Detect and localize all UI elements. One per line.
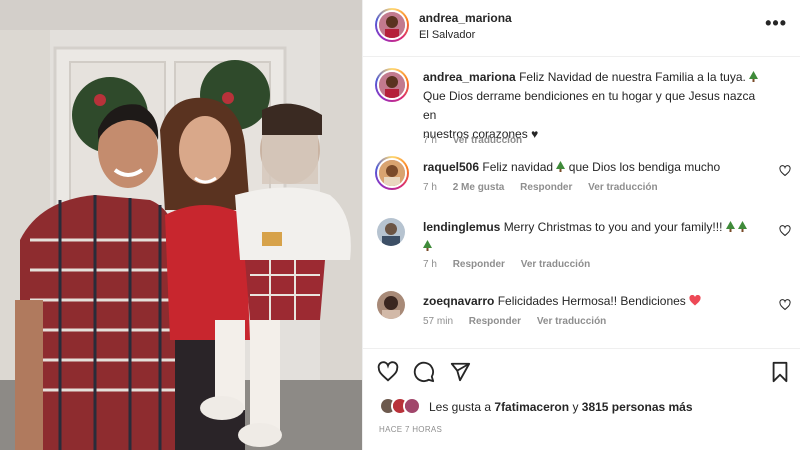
comment-text: zoeqnavarro Felicidades Hermosa!! Bendic… <box>423 292 763 311</box>
reply-button[interactable]: Responder <box>520 182 572 193</box>
christmas-tree-icon <box>725 221 735 232</box>
caption-translate[interactable]: Ver traducción <box>453 135 522 146</box>
comment-like-heart-icon[interactable] <box>779 299 791 311</box>
caption-text: andrea_mariona Feliz Navidad de nuestra … <box>423 68 763 144</box>
likes-summary: Les gusta a 7fatimaceron y 3815 personas… <box>379 397 799 417</box>
likes-count[interactable]: 3815 personas más <box>582 400 693 414</box>
comment-time[interactable]: 7 h <box>423 182 437 193</box>
reply-button[interactable]: Responder <box>469 316 521 327</box>
comment-like-heart-icon[interactable] <box>779 225 791 237</box>
red-heart-icon <box>689 294 701 306</box>
post-photo[interactable] <box>0 0 362 450</box>
comment-icon[interactable] <box>413 361 435 383</box>
post-timestamp[interactable]: HACE 7 HORAS <box>379 425 442 434</box>
share-icon[interactable] <box>449 361 471 383</box>
likes-text: Les gusta a 7fatimaceron y 3815 personas… <box>429 400 693 414</box>
more-options-icon[interactable]: ••• <box>765 14 787 32</box>
caption-username[interactable]: andrea_mariona <box>423 70 516 84</box>
caption-meta: 7 h Ver traducción <box>423 135 535 146</box>
liker-avatar[interactable] <box>403 397 421 415</box>
comment-username[interactable]: zoeqnavarro <box>423 294 494 308</box>
author-avatar[interactable] <box>375 8 409 42</box>
comments-list: andrea_mariona Feliz Navidad de nuestra … <box>363 58 800 348</box>
comment-text: lendinglemus Merry Christmas to you and … <box>423 218 763 256</box>
caption-time[interactable]: 7 h <box>423 135 437 146</box>
comment-username[interactable]: lendinglemus <box>423 220 500 234</box>
comment-like-heart-icon[interactable] <box>779 165 791 177</box>
comment-time[interactable]: 57 min <box>423 316 453 327</box>
likes-user[interactable]: 7fatimaceron <box>494 400 569 414</box>
likes-prefix: Les gusta a <box>429 400 492 414</box>
caption-avatar[interactable] <box>375 68 409 102</box>
translate-link[interactable]: Ver traducción <box>521 259 590 270</box>
comment-text-part: que Dios los bendiga mucho <box>568 160 721 174</box>
christmas-tree-icon <box>738 221 748 232</box>
reply-button[interactable]: Responder <box>453 259 505 270</box>
translate-link[interactable]: Ver traducción <box>537 316 606 327</box>
comment-meta: 7 h 2 Me gusta Responder Ver traducción <box>423 182 671 193</box>
author-username[interactable]: andrea_mariona <box>419 11 512 25</box>
family-photo-illustration <box>0 0 362 450</box>
likes-connector: y <box>572 400 579 414</box>
comment-text: raquel506 Feliz navidad que Dios los ben… <box>423 158 763 177</box>
christmas-tree-icon <box>423 240 432 251</box>
comment-avatar[interactable] <box>377 218 405 246</box>
bookmark-icon[interactable] <box>769 361 791 383</box>
comment-text-part: Merry Christmas to you and your family!!… <box>503 220 723 234</box>
caption-line1: Feliz Navidad de nuestra Familia a la tu… <box>519 70 746 84</box>
translate-link[interactable]: Ver traducción <box>588 182 657 193</box>
heart-icon[interactable] <box>377 361 399 383</box>
post-location[interactable]: El Salvador <box>419 29 475 41</box>
action-bar <box>363 348 800 392</box>
comment-meta: 7 h Responder Ver traducción <box>423 259 603 270</box>
christmas-tree-icon <box>749 71 759 82</box>
post-side-panel: andrea_mariona El Salvador ••• andrea_ma… <box>362 0 800 450</box>
post-header: andrea_mariona El Salvador ••• <box>363 0 800 57</box>
comment-text-part: Feliz navidad <box>482 160 554 174</box>
christmas-tree-icon <box>556 161 566 172</box>
comment-time[interactable]: 7 h <box>423 259 437 270</box>
comment-likes[interactable]: 2 Me gusta <box>453 182 505 193</box>
comment-text-part: Felicidades Hermosa!! Bendiciones <box>497 294 686 308</box>
comment-username[interactable]: raquel506 <box>423 160 479 174</box>
comment-meta: 57 min Responder Ver traducción <box>423 316 619 327</box>
caption-line2: Que Dios derrame bendiciones en tu hogar… <box>423 89 756 122</box>
comment-avatar[interactable] <box>377 291 405 319</box>
comment-avatar[interactable] <box>375 156 409 190</box>
